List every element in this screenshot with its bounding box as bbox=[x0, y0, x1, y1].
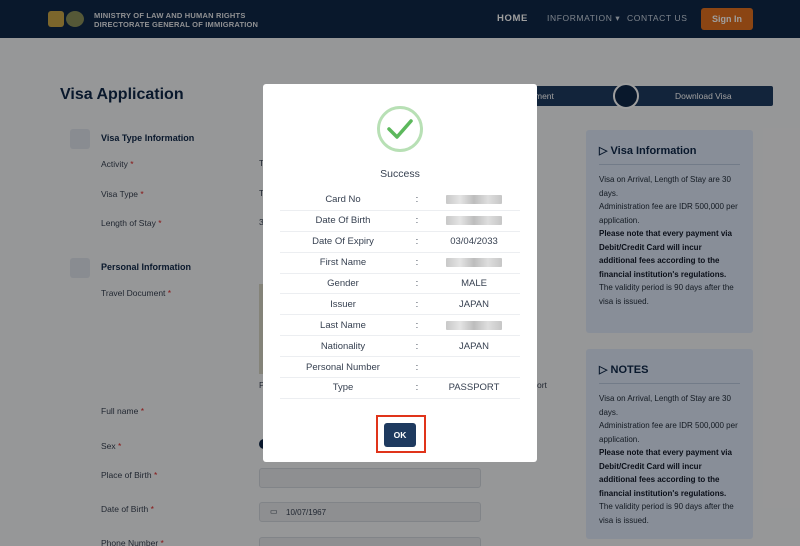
detail-key: Issuer bbox=[330, 298, 356, 310]
detail-key: Date Of Expiry bbox=[312, 236, 374, 248]
passport-details-table: Card No: Date Of Birth: Date Of Expiry:03/… bbox=[280, 190, 520, 399]
detail-value bbox=[428, 257, 520, 268]
detail-separator: : bbox=[415, 319, 419, 331]
detail-value: JAPAN bbox=[459, 340, 489, 352]
detail-row: Gender: MALE bbox=[280, 274, 520, 295]
detail-value: 03/04/2033 bbox=[450, 236, 498, 248]
detail-row: First Name: bbox=[280, 253, 520, 274]
redacted-value bbox=[446, 195, 502, 205]
detail-value bbox=[428, 215, 520, 226]
success-title: Success bbox=[380, 168, 420, 180]
detail-value bbox=[428, 320, 520, 331]
detail-separator: : bbox=[415, 215, 419, 227]
detail-separator: : bbox=[415, 340, 419, 352]
detail-key: Gender bbox=[327, 278, 359, 289]
detail-row: Personal Number: bbox=[280, 357, 520, 379]
detail-row: Date Of Birth: bbox=[280, 211, 520, 232]
detail-row: Date Of Expiry: 03/04/2033 bbox=[280, 232, 520, 253]
success-dialog: Success Card No: Date Of Birth: Date Of Ex… bbox=[263, 84, 537, 462]
detail-row: Type: PASSPORT bbox=[280, 378, 520, 399]
detail-row: Issuer: JAPAN bbox=[280, 294, 520, 316]
detail-key: Type bbox=[332, 382, 354, 394]
detail-key: First Name bbox=[319, 257, 367, 269]
detail-separator: : bbox=[415, 361, 419, 373]
redacted-value bbox=[446, 320, 502, 330]
detail-row: Nationality: JAPAN bbox=[280, 336, 520, 358]
detail-separator: : bbox=[415, 298, 419, 310]
detail-value: JAPAN bbox=[459, 298, 489, 310]
detail-separator: : bbox=[415, 382, 419, 394]
detail-separator: : bbox=[415, 194, 419, 206]
detail-separator: : bbox=[415, 236, 419, 248]
detail-key: Card No bbox=[325, 194, 361, 206]
detail-key: Last Name bbox=[320, 319, 366, 331]
detail-key: Date Of Birth bbox=[315, 215, 371, 227]
detail-row: Card No: bbox=[280, 190, 520, 211]
detail-key: Personal Number bbox=[306, 361, 380, 373]
detail-separator: : bbox=[415, 257, 419, 269]
detail-separator: : bbox=[415, 278, 419, 289]
detail-key: Nationality bbox=[320, 340, 366, 352]
success-check-icon bbox=[377, 106, 423, 152]
detail-row: Last Name: bbox=[280, 315, 520, 337]
detail-value bbox=[428, 194, 520, 205]
redacted-value bbox=[446, 258, 502, 268]
redacted-value bbox=[446, 216, 502, 226]
detail-value: PASSPORT bbox=[448, 382, 500, 394]
ok-button[interactable]: OK bbox=[384, 423, 416, 447]
detail-value: MALE bbox=[461, 278, 487, 289]
